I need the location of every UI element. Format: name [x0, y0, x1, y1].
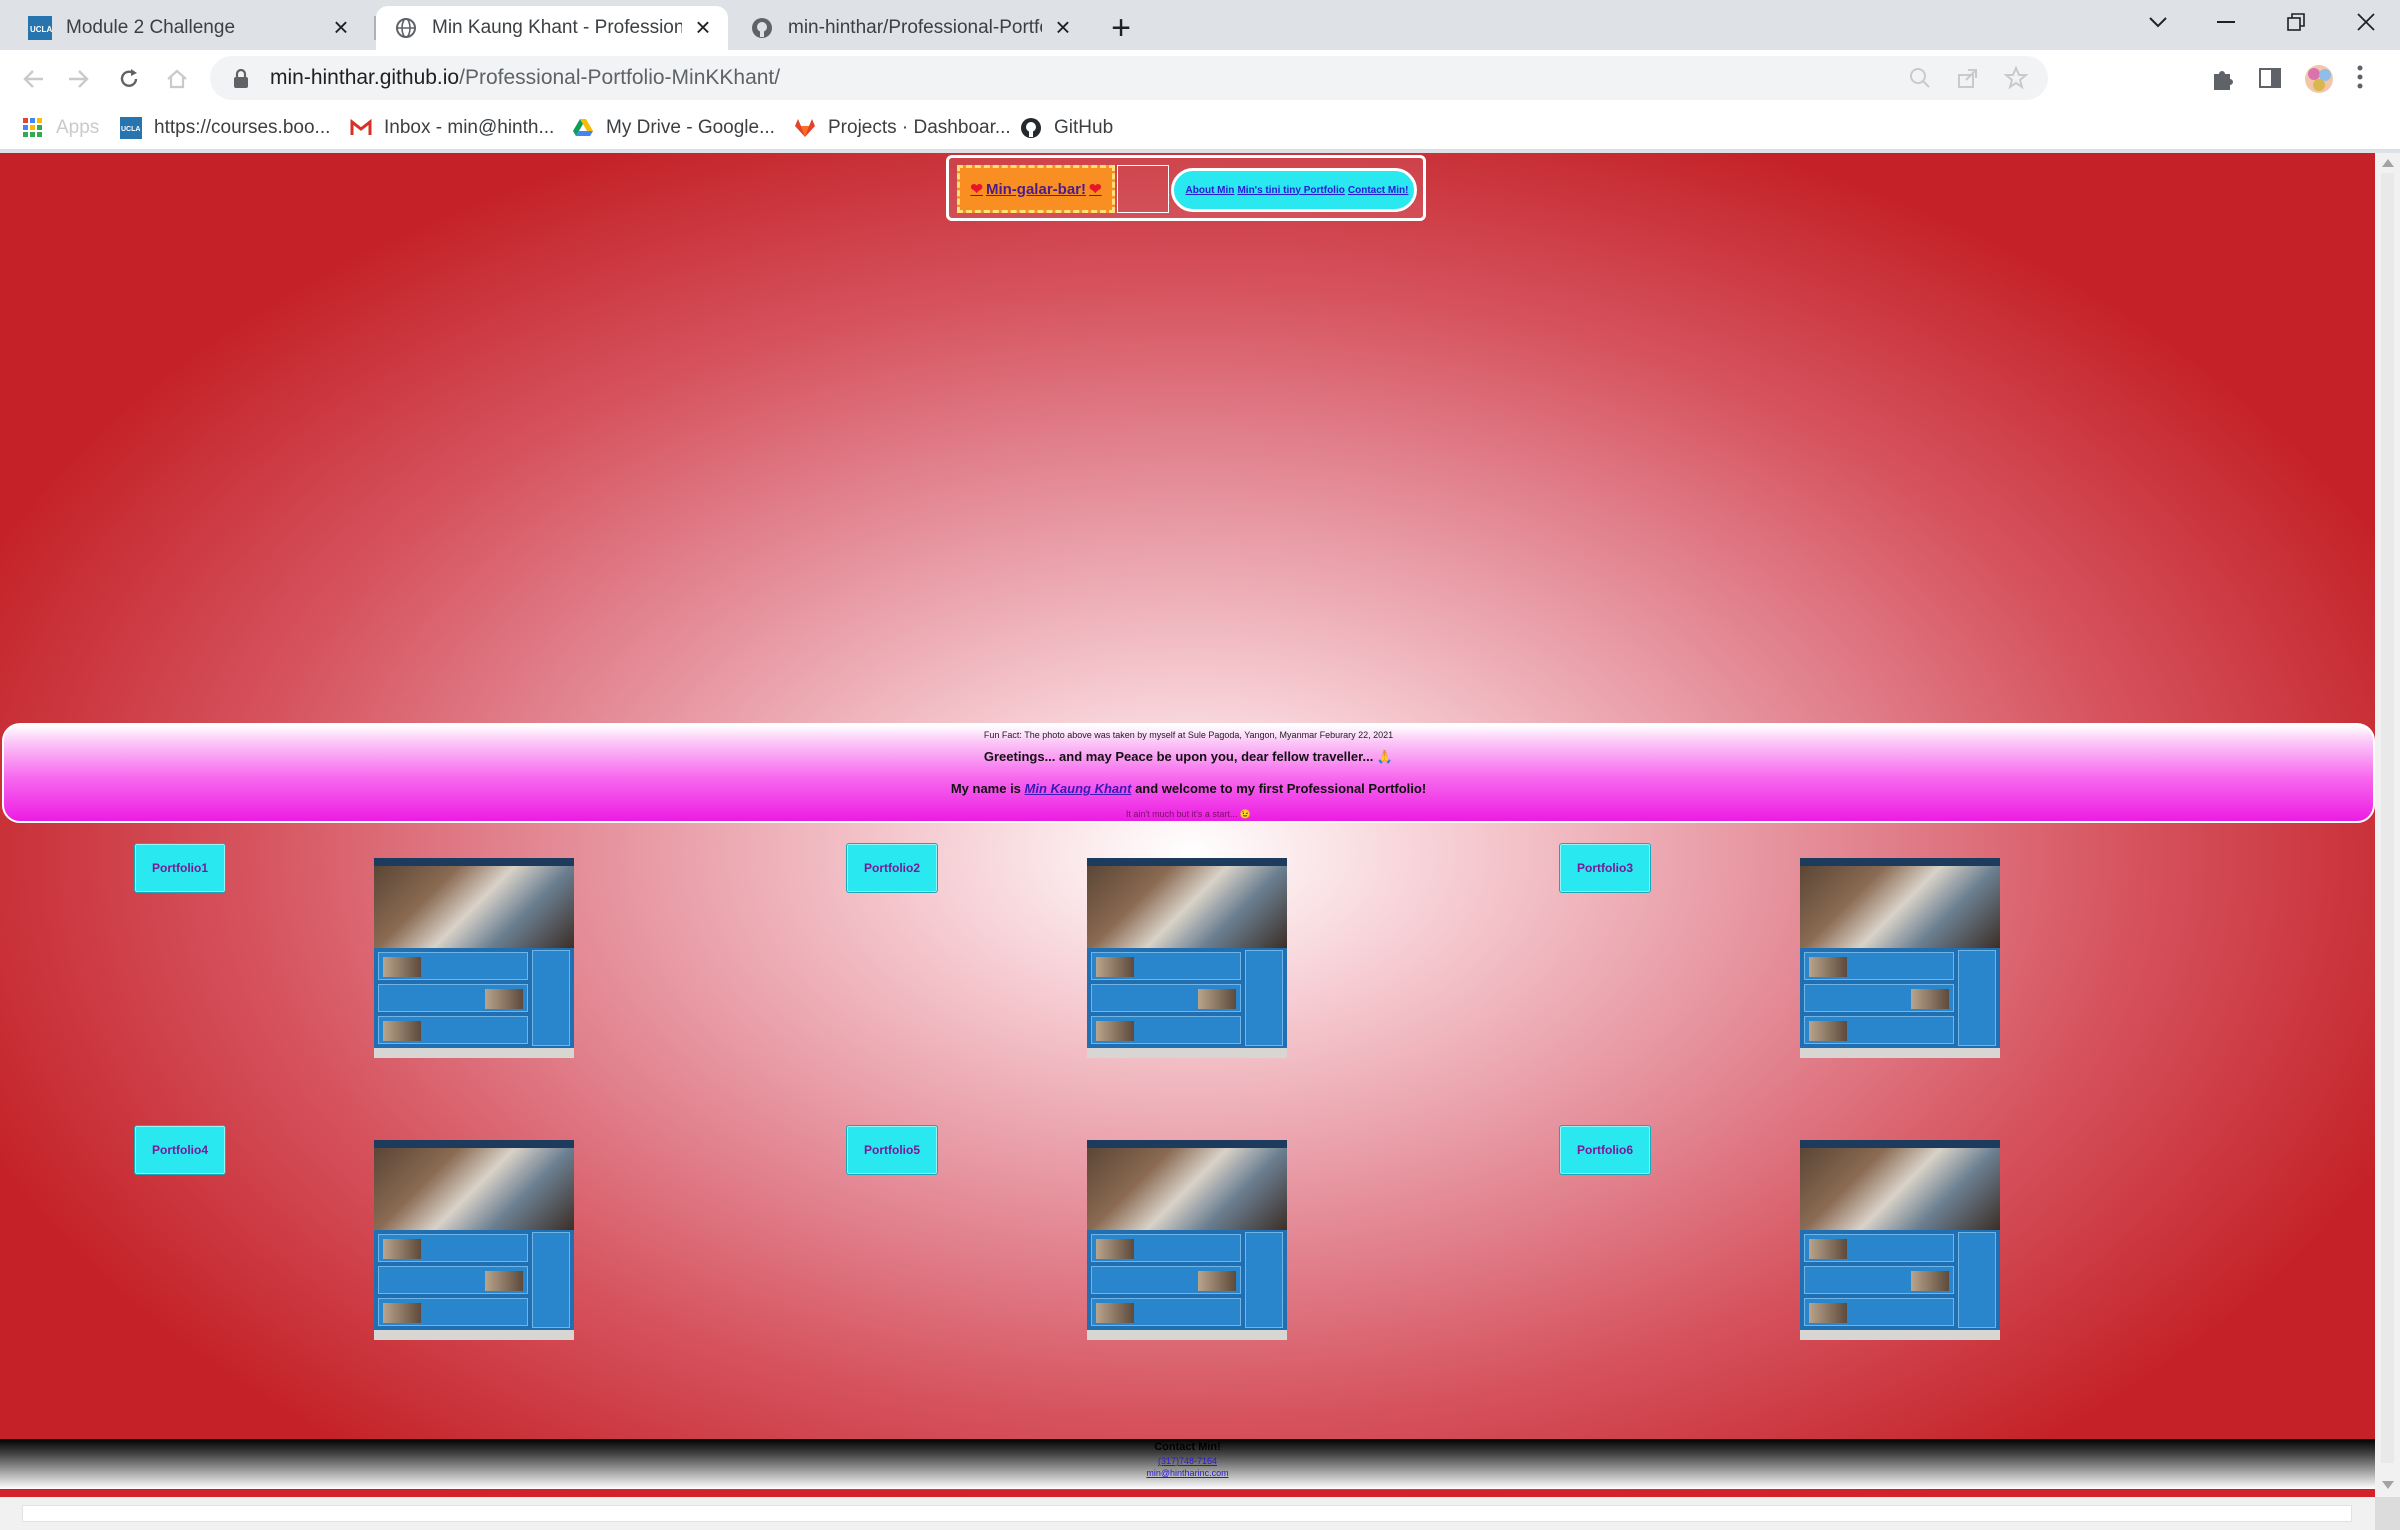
- bookmark-star-icon[interactable]: [2003, 65, 2029, 90]
- github-icon: [1020, 117, 1042, 139]
- heart-icon: ❤: [1089, 181, 1102, 198]
- horizontal-scrollbar[interactable]: [0, 1497, 2400, 1530]
- bookmark-label: Projects · Dashboar...: [828, 117, 1011, 138]
- url-host: min-hinthar.github.io: [270, 66, 460, 89]
- bookmark-label: https://courses.boo...: [154, 117, 331, 138]
- bookmark-label: Apps: [56, 117, 100, 138]
- main-nav: About Min Min's tini tiny Portfolio Cont…: [1171, 168, 1417, 212]
- nav-about[interactable]: About Min: [1186, 185, 1235, 196]
- nav-contact[interactable]: Contact Min!: [1348, 185, 1409, 196]
- greeting-banner: Fun Fact: The photo above was taken by m…: [2, 723, 2375, 823]
- portfolio4-thumbnail[interactable]: [374, 1140, 574, 1340]
- bookmark-github[interactable]: GitHub: [1020, 114, 1113, 142]
- intro-text: My name is Min Kaung Khant and welcome t…: [4, 781, 2373, 796]
- side-panel-icon[interactable]: [2256, 64, 2284, 92]
- lock-icon[interactable]: [230, 67, 252, 89]
- home-icon[interactable]: [160, 62, 194, 96]
- portfolio1-thumbnail[interactable]: [374, 858, 574, 1058]
- intro-prefix: My name is: [950, 781, 1021, 796]
- intro-name-link[interactable]: Min Kaung Khant: [1025, 781, 1132, 796]
- ucla-icon: UCLA: [28, 16, 52, 40]
- footer-phone-link[interactable]: (317)748-7164: [0, 1456, 2375, 1466]
- brand-link[interactable]: ❤ Min-galar-bar! ❤: [957, 165, 1115, 213]
- tab-github-repo[interactable]: min-hinthar/Professional-Portfoli ×: [732, 6, 1088, 50]
- heart-icon: ❤: [970, 181, 983, 198]
- extensions-puzzle-icon[interactable]: [2208, 64, 2236, 92]
- browser-toolbar: min-hinthar.github.io/Professional-Portf…: [0, 50, 2400, 106]
- back-icon[interactable]: [16, 62, 50, 96]
- ucla-icon: UCLA: [120, 117, 142, 139]
- github-icon: [750, 16, 774, 40]
- bookmark-label: Inbox - min@hinth...: [384, 117, 555, 138]
- tab-module-2-challenge[interactable]: UCLA Module 2 Challenge ×: [10, 6, 366, 50]
- gmail-icon: [350, 117, 372, 139]
- address-bar[interactable]: min-hinthar.github.io/Professional-Portf…: [210, 56, 2048, 100]
- portfolio3-thumbnail[interactable]: [1800, 858, 2000, 1058]
- page-viewport: ❤ Min-galar-bar! ❤ About Min Min's tini …: [0, 153, 2375, 1497]
- nav-portfolio[interactable]: Min's tini tiny Portfolio: [1237, 185, 1344, 196]
- scroll-up-icon[interactable]: [2382, 159, 2394, 167]
- portfolio1-button[interactable]: Portfolio1: [134, 843, 226, 893]
- apps-grid-icon: [22, 117, 44, 139]
- portfolio6-button[interactable]: Portfolio6: [1559, 1125, 1651, 1175]
- scrollbar-thumb[interactable]: [2381, 173, 2394, 1463]
- portfolio4-button[interactable]: Portfolio4: [134, 1125, 226, 1175]
- bookmark-inbox[interactable]: Inbox - min@hinth...: [350, 114, 554, 142]
- portfolio2-thumbnail[interactable]: [1087, 858, 1287, 1058]
- header-image-placeholder: [1117, 165, 1169, 213]
- globe-icon: [394, 16, 418, 40]
- tab-min-kaung-khant[interactable]: Min Kaung Khant - Professional P ×: [376, 6, 728, 50]
- zoom-icon[interactable]: [1908, 66, 1932, 90]
- brand-label: Min-galar-bar!: [985, 180, 1086, 198]
- tab-title: Module 2 Challenge: [66, 17, 236, 38]
- tab-title: Min Kaung Khant - Professional P: [432, 17, 682, 38]
- scroll-down-icon[interactable]: [2382, 1481, 2394, 1489]
- bookmark-label: My Drive - Google...: [606, 117, 775, 138]
- drive-icon: [572, 117, 594, 139]
- tab-title: min-hinthar/Professional-Portfoli: [788, 17, 1042, 38]
- scrollbar-thumb[interactable]: [22, 1505, 2352, 1522]
- greeting-text: Greetings... and may Peace be upon you, …: [983, 749, 1394, 764]
- url-path: /Professional-Portfolio-MinKKhant/: [459, 66, 781, 89]
- tab-strip: UCLA Module 2 Challenge × Min Kaung Khan…: [0, 0, 2400, 50]
- portfolio3-button[interactable]: Portfolio3: [1559, 843, 1651, 893]
- bookmark-apps[interactable]: Apps: [22, 114, 99, 142]
- footer-email-link[interactable]: min@hintharinc.com: [0, 1468, 2375, 1478]
- vertical-scrollbar[interactable]: [2375, 153, 2400, 1497]
- portfolio2-button[interactable]: Portfolio2: [846, 843, 938, 893]
- share-icon[interactable]: [1956, 66, 1980, 90]
- portfolio5-thumbnail[interactable]: [1087, 1140, 1287, 1340]
- footer-red-strip: [0, 1490, 2375, 1497]
- site-footer: Contact Min! (317)748-7164 min@hintharin…: [0, 1439, 2375, 1489]
- portfolio5-button[interactable]: Portfolio5: [846, 1125, 938, 1175]
- portfolio6-thumbnail[interactable]: [1800, 1140, 2000, 1340]
- scrollbar-corner: [2375, 1497, 2400, 1530]
- close-icon[interactable]: ×: [1052, 14, 1074, 40]
- bookmark-courses[interactable]: UCLA https://courses.boo...: [120, 114, 330, 142]
- intro-suffix: and welcome to my first Professional Por…: [1135, 781, 1427, 796]
- bookmark-label: GitHub: [1054, 117, 1114, 138]
- fun-fact-caption: Fun Fact: The photo above was taken by m…: [983, 730, 1394, 740]
- profile-avatar[interactable]: [2304, 64, 2333, 93]
- tagline-text: It ain't much but it's a start... 😉: [1125, 809, 1252, 819]
- bookmarks-bar: Apps UCLA https://courses.boo... Inbox -…: [0, 106, 2400, 150]
- reload-icon[interactable]: [112, 62, 146, 96]
- forward-icon[interactable]: [62, 62, 96, 96]
- tab-search-icon[interactable]: [2124, 0, 2192, 44]
- svg-text:UCLA: UCLA: [121, 126, 140, 133]
- bookmark-my-drive[interactable]: My Drive - Google...: [572, 114, 775, 142]
- site-header: ❤ Min-galar-bar! ❤ About Min Min's tini …: [946, 155, 1426, 221]
- bookmark-projects[interactable]: Projects · Dashboar...: [794, 114, 1011, 142]
- close-window-icon[interactable]: [2332, 0, 2400, 44]
- close-icon[interactable]: ×: [330, 14, 352, 40]
- address-url: min-hinthar.github.io/Professional-Portf…: [270, 66, 780, 90]
- svg-text:UCLA: UCLA: [30, 25, 52, 34]
- restore-icon[interactable]: [2262, 0, 2330, 44]
- new-tab-button[interactable]: +: [1102, 10, 1140, 48]
- close-icon[interactable]: ×: [692, 14, 714, 40]
- gitlab-icon: [794, 117, 816, 139]
- footer-title: Contact Min!: [1154, 1441, 1221, 1453]
- minimize-icon[interactable]: [2192, 0, 2260, 44]
- chrome-menu-icon[interactable]: [2356, 64, 2370, 92]
